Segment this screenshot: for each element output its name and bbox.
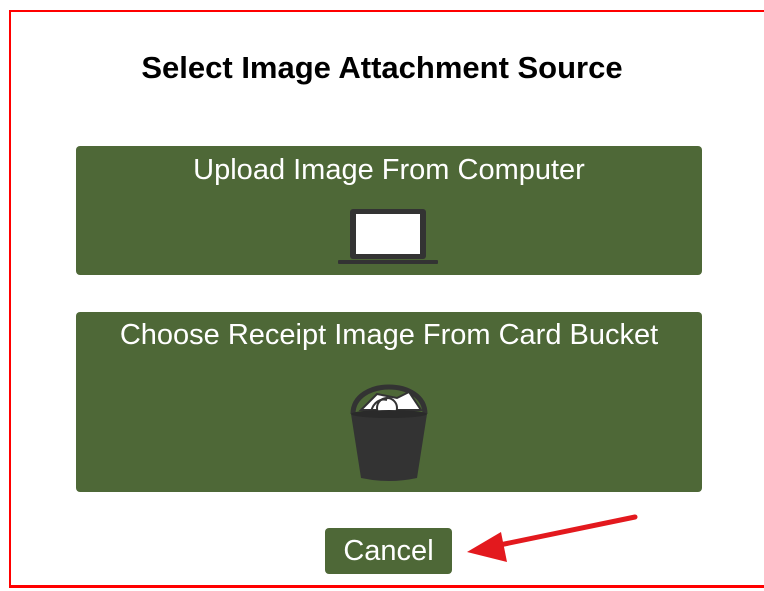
red-highlight-frame <box>9 10 764 588</box>
upload-from-computer-label: Upload Image From Computer <box>193 154 585 186</box>
laptop-icon <box>338 208 438 271</box>
choose-from-card-bucket-button[interactable]: Choose Receipt Image From Card Bucket <box>76 312 702 492</box>
upload-from-computer-button[interactable]: Upload Image From Computer <box>76 146 702 275</box>
cancel-button[interactable]: Cancel <box>325 528 452 574</box>
dialog-title: Select Image Attachment Source <box>141 50 623 85</box>
red-arrow-annotation <box>467 514 638 562</box>
bucket-icon <box>347 374 431 487</box>
choose-from-card-bucket-label: Choose Receipt Image From Card Bucket <box>119 319 659 351</box>
